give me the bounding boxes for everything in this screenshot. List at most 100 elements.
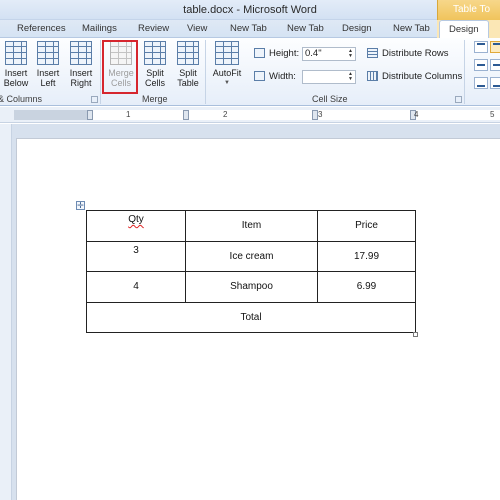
ruler-margin xyxy=(14,110,92,120)
table-row: Total xyxy=(86,301,416,333)
document-table[interactable]: Qty Item Price 3 Ice cream 17.99 4 Shamp… xyxy=(86,210,416,333)
title-bar: table.docx - Microsoft Word Table To xyxy=(0,0,500,20)
ruler-label: 3 xyxy=(318,110,323,119)
rows-columns-launcher-icon[interactable] xyxy=(91,96,98,103)
tab-review[interactable]: Review xyxy=(138,23,169,34)
width-row: Width: xyxy=(254,71,296,82)
height-value: 0.4" xyxy=(305,48,322,59)
table-cell-merged[interactable]: Total xyxy=(86,301,416,333)
table-tools-context-tab: Table To xyxy=(437,0,500,20)
tab-mailings[interactable]: Mailings xyxy=(82,23,117,34)
tab-new-tab-1[interactable]: New Tab xyxy=(230,23,267,34)
table-cell[interactable]: Qty xyxy=(86,210,186,242)
left-indent-marker[interactable] xyxy=(87,110,93,120)
split-table-icon xyxy=(177,41,199,65)
align-top-center-icon[interactable] xyxy=(490,41,500,53)
split-cells-icon xyxy=(144,41,166,65)
tab-references[interactable]: References xyxy=(17,23,66,34)
table-cell[interactable]: 17.99 xyxy=(317,240,416,272)
cell-size-group-label: Cell Size xyxy=(312,94,348,104)
insert-left-label-2: Left xyxy=(40,78,56,88)
distribute-rows-label: Distribute Rows xyxy=(382,48,449,59)
cell-size-launcher-icon[interactable] xyxy=(455,96,462,103)
height-input[interactable]: 0.4" ▲ ▼ xyxy=(302,47,356,61)
align-middle-center-icon[interactable] xyxy=(490,59,500,71)
split-table-label-1: Split xyxy=(179,68,197,78)
distribute-rows-icon xyxy=(367,48,378,59)
insert-right-label-2: Right xyxy=(70,78,92,88)
group-divider xyxy=(464,40,465,104)
insert-below-label-1: Insert xyxy=(4,68,28,78)
cell-item: Ice cream xyxy=(229,250,274,262)
insert-right-label-1: Insert xyxy=(69,68,93,78)
tab-new-tab-3[interactable]: New Tab xyxy=(393,23,430,34)
ruler-label: 5 xyxy=(490,110,495,119)
tab-new-tab-2[interactable]: New Tab xyxy=(287,23,324,34)
align-bottom-icon[interactable] xyxy=(474,77,488,89)
row-height-icon xyxy=(254,48,265,59)
insert-right-icon xyxy=(70,41,92,65)
width-spinner[interactable]: ▲ ▼ xyxy=(348,72,354,82)
merge-group-label: Merge xyxy=(142,94,168,104)
merge-cells-highlight xyxy=(102,40,138,94)
split-table-button[interactable]: Split Table xyxy=(173,41,203,88)
height-spinner[interactable]: ▲ ▼ xyxy=(348,49,354,59)
table-row: 3 Ice cream 17.99 xyxy=(86,240,416,272)
column-width-icon xyxy=(254,71,265,82)
cell-item: Shampoo xyxy=(230,281,273,293)
distribute-columns-icon xyxy=(367,71,378,82)
group-divider xyxy=(205,40,206,104)
split-cells-label-2: Cells xyxy=(144,78,165,88)
autofit-dropdown-icon: ▼ xyxy=(224,80,230,86)
table-cell[interactable]: Price xyxy=(317,210,416,242)
table-cell[interactable]: Ice cream xyxy=(185,240,318,272)
table-cell[interactable]: Item xyxy=(185,210,318,242)
table-row: 4 Shampoo 6.99 xyxy=(86,271,416,303)
tab-view[interactable]: View xyxy=(187,23,207,34)
distribute-rows-button[interactable]: Distribute Rows xyxy=(367,48,449,59)
autofit-icon xyxy=(215,41,239,65)
cell-price: 6.99 xyxy=(356,281,377,293)
width-input[interactable]: ▲ ▼ xyxy=(302,70,356,84)
window-title: table.docx - Microsoft Word xyxy=(183,4,317,16)
table-move-handle-icon[interactable]: ✛ xyxy=(76,201,85,210)
split-cells-button[interactable]: Split Cells xyxy=(140,41,170,88)
tab-layout-active[interactable]: Design xyxy=(439,20,489,39)
cell-qty: 3 xyxy=(133,244,139,256)
insert-below-button[interactable]: Insert Below xyxy=(2,41,30,88)
table-cell[interactable]: 3 xyxy=(86,240,186,272)
distribute-columns-button[interactable]: Distribute Columns xyxy=(367,71,462,82)
group-divider xyxy=(100,40,101,104)
table-cell[interactable]: 4 xyxy=(86,271,186,303)
ribbon-tabs: References Mailings Review View New Tab … xyxy=(0,20,500,39)
table-cell[interactable]: 6.99 xyxy=(317,271,416,303)
insert-left-label-1: Insert xyxy=(36,68,60,78)
autofit-button[interactable]: AutoFit ▼ xyxy=(210,41,244,88)
height-label: Height: xyxy=(269,48,300,59)
insert-left-button[interactable]: Insert Left xyxy=(34,41,62,88)
width-label: Width: xyxy=(269,71,296,82)
horizontal-ruler[interactable]: 1 2 3 4 5 xyxy=(0,107,500,123)
insert-right-button[interactable]: Insert Right xyxy=(67,41,95,88)
split-table-label-2: Table xyxy=(177,78,199,88)
table-resize-handle[interactable] xyxy=(413,332,418,337)
align-middle-icon[interactable] xyxy=(474,59,488,71)
ruler-label: 4 xyxy=(414,110,419,119)
split-cells-label-1: Split xyxy=(146,68,164,78)
insert-below-icon xyxy=(5,41,27,65)
cell-qty: 4 xyxy=(133,281,139,293)
header-price: Price xyxy=(355,220,378,232)
align-bottom-center-icon[interactable] xyxy=(490,77,500,89)
ribbon: Insert Below Insert Left Insert Right & … xyxy=(0,38,500,106)
table-cell[interactable]: Shampoo xyxy=(185,271,318,303)
cell-price: 17.99 xyxy=(353,250,380,262)
table-row: Qty Item Price xyxy=(86,210,416,242)
insert-left-icon xyxy=(37,41,59,65)
tab-design-1[interactable]: Design xyxy=(342,23,372,34)
column-marker-1[interactable] xyxy=(183,110,189,120)
height-row: Height: xyxy=(254,48,299,59)
ruler-text-area xyxy=(92,110,500,120)
vertical-ruler[interactable] xyxy=(0,124,12,500)
rows-columns-group-label: & Columns xyxy=(0,94,43,104)
align-top-icon[interactable] xyxy=(474,41,488,53)
